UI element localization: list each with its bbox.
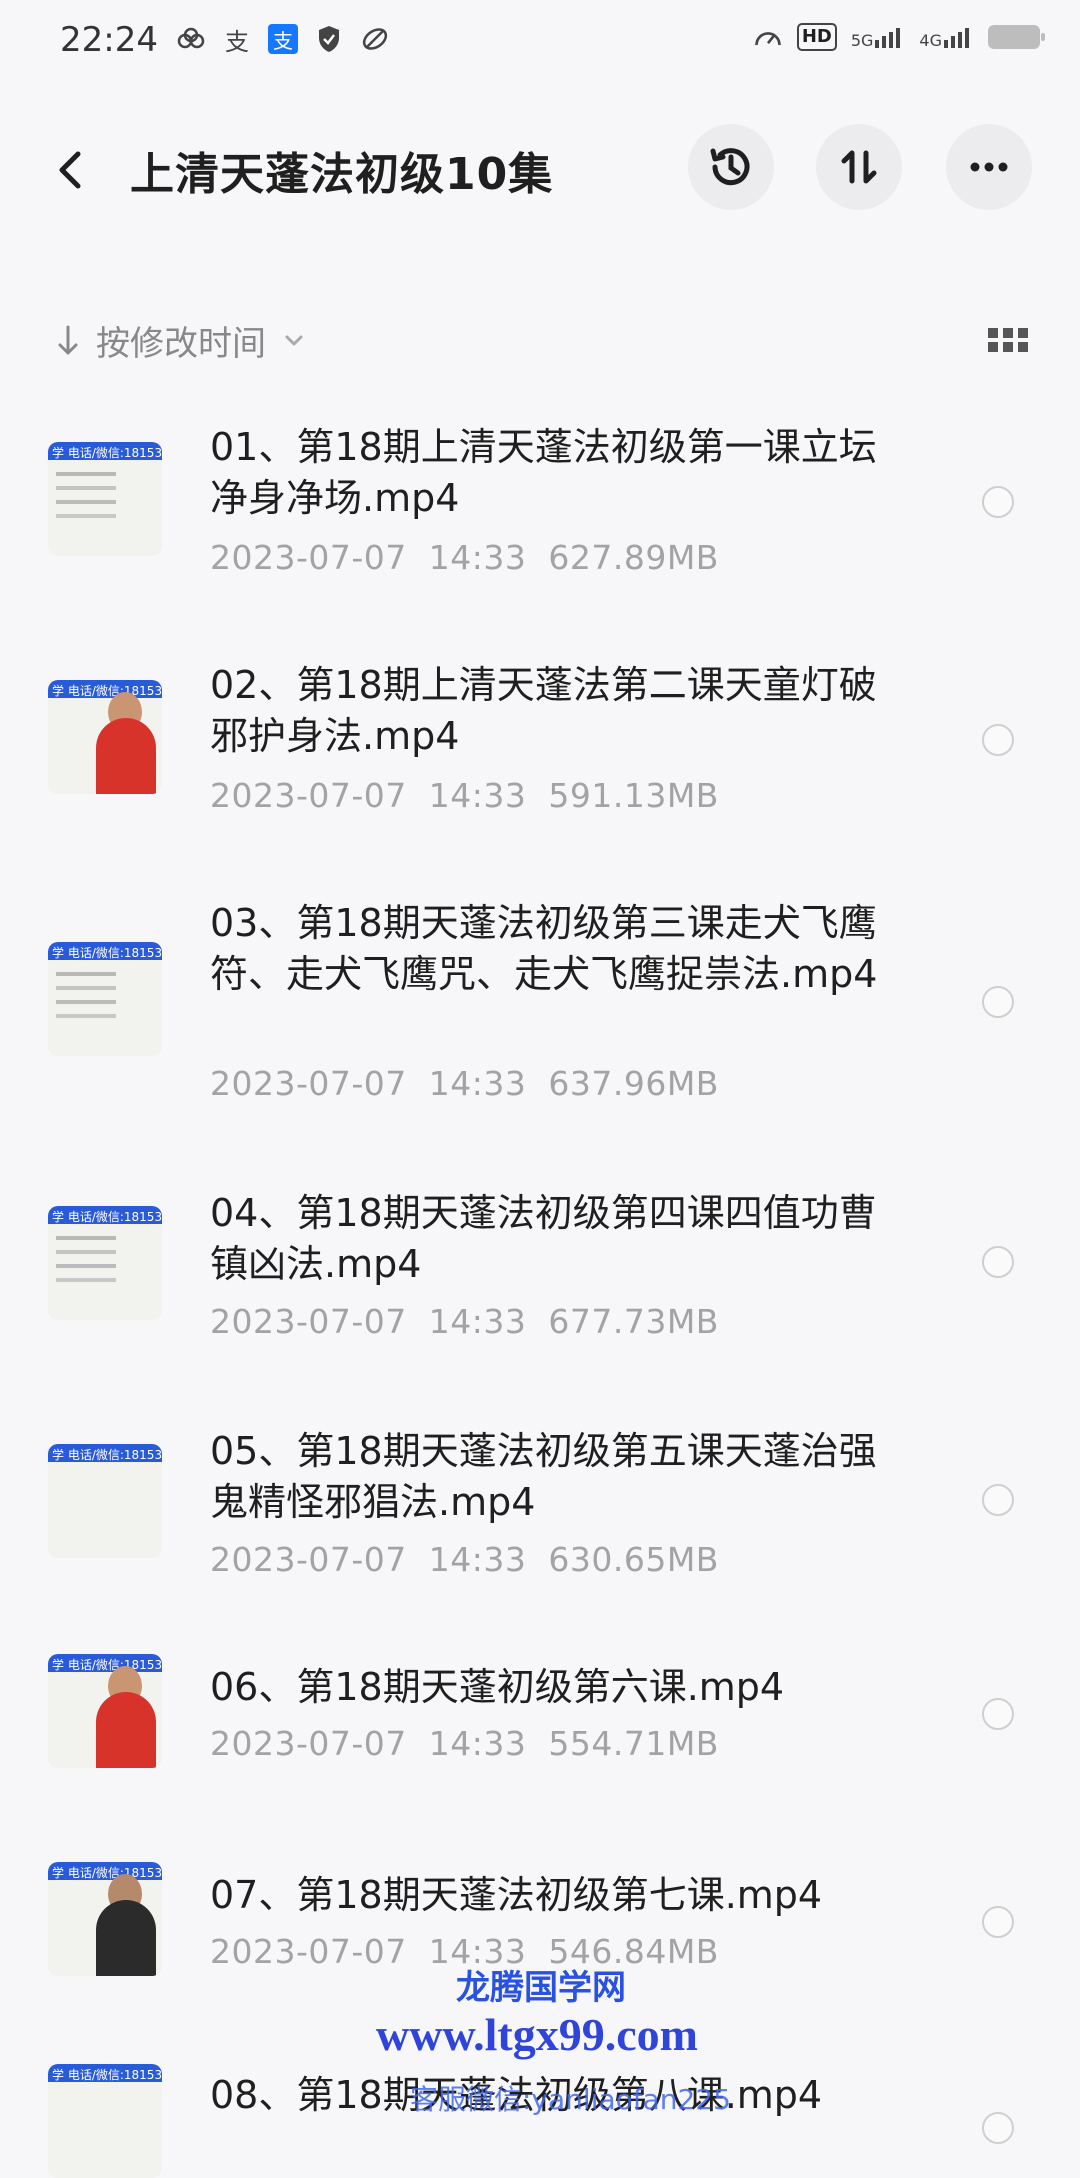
sort-button[interactable]	[816, 124, 902, 210]
file-date: 2023-07-07	[210, 1064, 407, 1103]
arrow-down-icon	[58, 325, 78, 354]
page-title: 上清天蓬法初级10集	[130, 149, 554, 200]
select-radio[interactable]	[982, 1246, 1014, 1278]
watermark-title: 龙腾国学网	[456, 1968, 626, 2008]
file-time: 14:33	[428, 1064, 527, 1103]
select-radio[interactable]	[982, 986, 1014, 1018]
file-size: 637.96MB	[548, 1064, 719, 1103]
sort-updown-icon	[841, 150, 877, 184]
video-thumbnail: 学 电话/微信:181535	[48, 442, 162, 556]
select-radio[interactable]	[982, 724, 1014, 756]
file-time: 14:33	[428, 1302, 527, 1341]
video-thumbnail: 学 电话/微信:181535	[48, 942, 162, 1056]
file-date: 2023-07-07	[210, 1932, 407, 1971]
file-name: 03、第18期天蓬法初级第三课走犬飞鹰符、走犬飞鹰咒、走犬飞鹰捉祟法.mp4	[210, 901, 878, 996]
file-date: 2023-07-07	[210, 776, 407, 815]
battery-icon	[988, 25, 1045, 49]
alipay-icon: 支	[268, 24, 298, 54]
select-radio[interactable]	[982, 1484, 1014, 1516]
file-size: 677.73MB	[548, 1302, 719, 1341]
watermark-url: www.ltgx99.com	[376, 2009, 698, 2060]
status-bar: 22:24 支 支 HD 5G 4G	[0, 0, 1080, 90]
video-thumbnail: 学 电话/微信:181535	[48, 1444, 162, 1558]
select-radio[interactable]	[982, 2112, 1014, 2144]
video-thumbnail: 学 电话/微信:181535	[48, 1654, 162, 1768]
grid-view-button[interactable]	[988, 326, 1028, 354]
file-meta: 2023-07-07 14:33 554.71MB	[210, 1724, 719, 1763]
file-name: 01、第18期上清天蓬法初级第一课立坛净身净场.mp4	[210, 425, 877, 520]
shield-icon	[314, 24, 344, 54]
file-meta: 2023-07-07 14:33 591.13MB	[210, 776, 719, 815]
file-time: 14:33	[428, 776, 527, 815]
back-button[interactable]	[50, 140, 100, 200]
sort-label: 按修改时间	[96, 324, 266, 364]
5g-signal-icon: 5G	[851, 26, 906, 49]
video-thumbnail: 学 电话/微信:18153	[48, 680, 162, 794]
file-date: 2023-07-07	[210, 1302, 407, 1341]
file-size: 591.13MB	[548, 776, 719, 815]
file-name: 07、第18期天蓬法初级第七课.mp4	[210, 1873, 823, 1917]
video-thumbnail: 学 电话/微信:181535	[48, 1862, 162, 1976]
alipay-text-icon: 支	[225, 27, 249, 56]
cloud-icon	[176, 24, 206, 54]
speedometer-icon	[753, 22, 783, 52]
status-left-icons: 支 支	[176, 24, 390, 56]
leaf-icon	[360, 24, 390, 54]
history-icon	[710, 148, 750, 186]
file-meta: 2023-07-07 14:33 637.96MB	[210, 1064, 719, 1103]
file-name: 06、第18期天蓬初级第六课.mp4	[210, 1665, 785, 1709]
video-thumbnail: 学 电话/微信:181535	[48, 1206, 162, 1320]
chevron-down-icon	[285, 335, 303, 345]
file-time: 14:33	[428, 1724, 527, 1763]
file-name: 04、第18期天蓬法初级第四课四值功曹镇凶法.mp4	[210, 1191, 877, 1286]
hd-icon: HD	[796, 23, 837, 51]
watermark-contact: 客服微信:yanliaofan225	[410, 2083, 731, 2116]
file-size: 627.89MB	[548, 538, 719, 577]
4g-signal-icon: 4G	[919, 26, 974, 49]
select-radio[interactable]	[982, 1698, 1014, 1730]
grid-view-icon	[988, 328, 1028, 352]
file-meta: 2023-07-07 14:33 627.89MB	[210, 538, 719, 577]
sort-dropdown[interactable]: 按修改时间	[56, 316, 306, 365]
status-time: 22:24	[60, 20, 158, 60]
header-bar: 上清天蓬法初级10集	[0, 120, 1080, 220]
more-button[interactable]	[946, 124, 1032, 210]
file-date: 2023-07-07	[210, 538, 407, 577]
video-thumbnail: 学 电话/微信:181535	[48, 2064, 162, 2178]
file-meta: 2023-07-07 14:33 677.73MB	[210, 1302, 719, 1341]
file-time: 14:33	[428, 538, 527, 577]
select-radio[interactable]	[982, 486, 1014, 518]
file-date: 2023-07-07	[210, 1724, 407, 1763]
select-radio[interactable]	[982, 1906, 1014, 1938]
file-size: 554.71MB	[548, 1724, 719, 1763]
chevron-left-icon	[59, 151, 81, 189]
file-size: 630.65MB	[548, 1540, 719, 1579]
file-meta: 2023-07-07 14:33 630.65MB	[210, 1540, 719, 1579]
file-date: 2023-07-07	[210, 1540, 407, 1579]
more-dots-icon	[970, 162, 1008, 172]
file-name: 02、第18期上清天蓬法第二课天童灯破邪护身法.mp4	[210, 663, 877, 758]
sort-bar: 按修改时间	[0, 310, 1080, 370]
file-name: 05、第18期天蓬法初级第五课天蓬治强鬼精怪邪猖法.mp4	[210, 1429, 877, 1524]
status-right-icons: HD 5G 4G	[753, 22, 1045, 52]
history-button[interactable]	[688, 124, 774, 210]
file-time: 14:33	[428, 1540, 527, 1579]
